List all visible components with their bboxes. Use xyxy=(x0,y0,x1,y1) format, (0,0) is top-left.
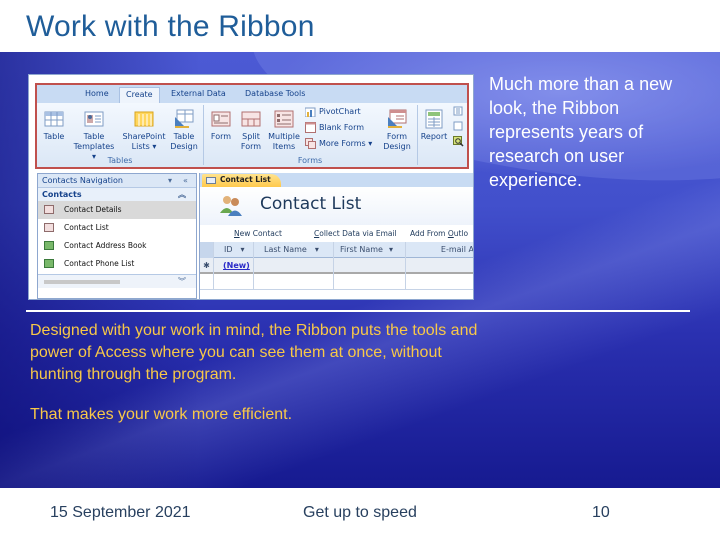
nav-item-contact-phone-list[interactable]: Contact Phone List xyxy=(38,255,196,273)
empty-row xyxy=(200,274,473,290)
table-design-icon xyxy=(175,109,194,128)
divider-line xyxy=(26,310,690,312)
blank-form-button[interactable]: Blank Form xyxy=(305,121,364,135)
ribbon-tab-external-data[interactable]: External Data xyxy=(165,87,232,103)
nav-group-contacts[interactable]: Contacts ︽ xyxy=(38,188,196,201)
group-label-tables: Tables xyxy=(107,156,133,165)
column-header-first-name[interactable]: First Name ▾ xyxy=(334,242,406,258)
slide-title: Work with the Ribbon xyxy=(26,10,315,43)
nav-pane-header[interactable]: Contacts Navigation ▾ « xyxy=(38,174,196,188)
split-form-icon xyxy=(241,111,261,127)
collapse-group-icon[interactable]: ︽ xyxy=(178,188,186,201)
table-button[interactable]: Table xyxy=(39,109,69,142)
body-paragraph: That makes your work more efficient. xyxy=(30,406,293,423)
column-dropdown-icon[interactable]: ▾ xyxy=(241,245,245,254)
form-icon xyxy=(211,111,231,127)
form-header: Contact List xyxy=(200,187,473,225)
report-wizard-icon[interactable] xyxy=(453,136,464,147)
table-templates-button[interactable]: Table Templates ▾ xyxy=(71,109,117,162)
table-icon xyxy=(44,111,64,127)
contacts-people-icon xyxy=(220,196,242,216)
group-separator xyxy=(417,105,418,165)
ribbon-tab-create[interactable]: Create xyxy=(119,87,160,103)
grid-cell[interactable] xyxy=(254,258,334,274)
collect-data-via-email-link[interactable]: Collect Data via Email xyxy=(314,225,397,242)
expand-group-icon[interactable]: ︾ xyxy=(178,276,186,287)
column-dropdown-icon[interactable]: ▾ xyxy=(389,245,393,254)
report-icon xyxy=(425,109,443,129)
form-tab-icon xyxy=(206,177,216,184)
form-object-icon xyxy=(44,223,54,232)
new-record-id[interactable]: (New) xyxy=(214,258,254,274)
body-text: Designed with your work in mind, the Rib… xyxy=(30,320,490,426)
column-dropdown-icon[interactable]: ▾ xyxy=(315,245,319,254)
labels-icon[interactable] xyxy=(453,106,463,116)
new-contact-link[interactable]: New Contact xyxy=(234,225,282,242)
access-screenshot: Home Create External Data Database Tools… xyxy=(28,74,474,300)
column-header-email[interactable]: E-mail A xyxy=(406,242,473,258)
document-window: Contact List Contact List New Contact Co… xyxy=(199,173,473,299)
form-command-links: New Contact Collect Data via Email Add F… xyxy=(200,225,473,242)
column-header-id[interactable]: ID ▾ xyxy=(214,242,254,258)
sharepoint-lists-button[interactable]: SharePoint Lists ▾ xyxy=(121,109,167,152)
document-tab-bar: Contact List xyxy=(200,173,473,187)
ribbon-tab-home[interactable]: Home xyxy=(79,87,115,103)
grid-cell[interactable] xyxy=(334,258,406,274)
navigation-pane: Contacts Navigation ▾ « Contacts ︽ Conta… xyxy=(37,173,197,299)
multiple-items-button[interactable]: Multiple Items xyxy=(267,109,301,152)
datasheet-header-row: ID ▾ Last Name ▾ First Name ▾ E-mail A xyxy=(200,242,473,258)
nav-dropdown-icon[interactable]: ▾ xyxy=(168,174,172,188)
select-all-cell[interactable] xyxy=(200,242,214,258)
pivotchart-button[interactable]: PivotChart xyxy=(305,105,361,119)
form-title: Contact List xyxy=(260,194,362,214)
datasheet-grid: ID ▾ Last Name ▾ First Name ▾ E-mail A ✱ (N… xyxy=(200,242,473,290)
report-object-icon xyxy=(44,259,54,268)
form-design-icon xyxy=(388,109,407,128)
nav-scrollbar[interactable] xyxy=(44,280,120,284)
form-object-icon xyxy=(44,205,54,214)
body-paragraph: Designed with your work in mind, the Rib… xyxy=(30,322,478,383)
nav-item-contact-details[interactable]: Contact Details xyxy=(38,201,196,219)
split-form-button[interactable]: Split Form xyxy=(237,109,265,152)
more-forms-icon xyxy=(305,138,316,149)
report-button[interactable]: Report xyxy=(419,109,449,142)
nav-item-contact-list[interactable]: Contact List xyxy=(38,219,196,237)
ribbon-tab-bar: Home Create External Data Database Tools xyxy=(37,85,467,103)
more-forms-button[interactable]: More Forms ▾ xyxy=(305,137,372,151)
table-design-button[interactable]: Table Design xyxy=(169,109,199,152)
report-object-icon xyxy=(44,241,54,250)
group-label-forms: Forms xyxy=(297,156,323,165)
add-from-outlook-link[interactable]: Add From Outlo xyxy=(410,225,468,242)
ribbon: Home Create External Data Database Tools… xyxy=(35,83,469,169)
nav-pane-footer: ︾ xyxy=(38,274,196,288)
side-callout-text: Much more than a new look, the Ribbon re… xyxy=(489,74,673,190)
grid-cell xyxy=(334,274,406,290)
table-templates-icon xyxy=(84,111,104,127)
ribbon-tab-database-tools[interactable]: Database Tools xyxy=(239,87,311,103)
new-record-row[interactable]: ✱ (New) xyxy=(200,258,473,274)
column-header-last-name[interactable]: Last Name ▾ xyxy=(254,242,334,258)
grid-cell xyxy=(200,274,214,290)
shutter-bar-close-icon[interactable]: « xyxy=(183,174,188,188)
new-record-marker: ✱ xyxy=(200,258,214,274)
multiple-items-icon xyxy=(274,110,294,128)
nav-item-contact-address-book[interactable]: Contact Address Book xyxy=(38,237,196,255)
pivotchart-icon xyxy=(305,107,316,117)
ribbon-body: Table Table Templates ▾ SharePoint Lists… xyxy=(37,103,467,167)
footer-title: Get up to speed xyxy=(303,504,417,521)
blank-report-icon[interactable] xyxy=(453,121,463,131)
form-button[interactable]: Form xyxy=(207,109,235,142)
grid-cell[interactable] xyxy=(406,258,473,274)
slide-number: 10 xyxy=(592,504,610,521)
sharepoint-lists-icon xyxy=(134,111,154,127)
grid-cell xyxy=(214,274,254,290)
blank-form-icon xyxy=(305,122,316,133)
grid-cell xyxy=(254,274,334,290)
document-tab-contact-list[interactable]: Contact List xyxy=(202,174,281,187)
footer-date: 15 September 2021 xyxy=(50,504,191,521)
form-design-button[interactable]: Form Design xyxy=(381,109,413,152)
